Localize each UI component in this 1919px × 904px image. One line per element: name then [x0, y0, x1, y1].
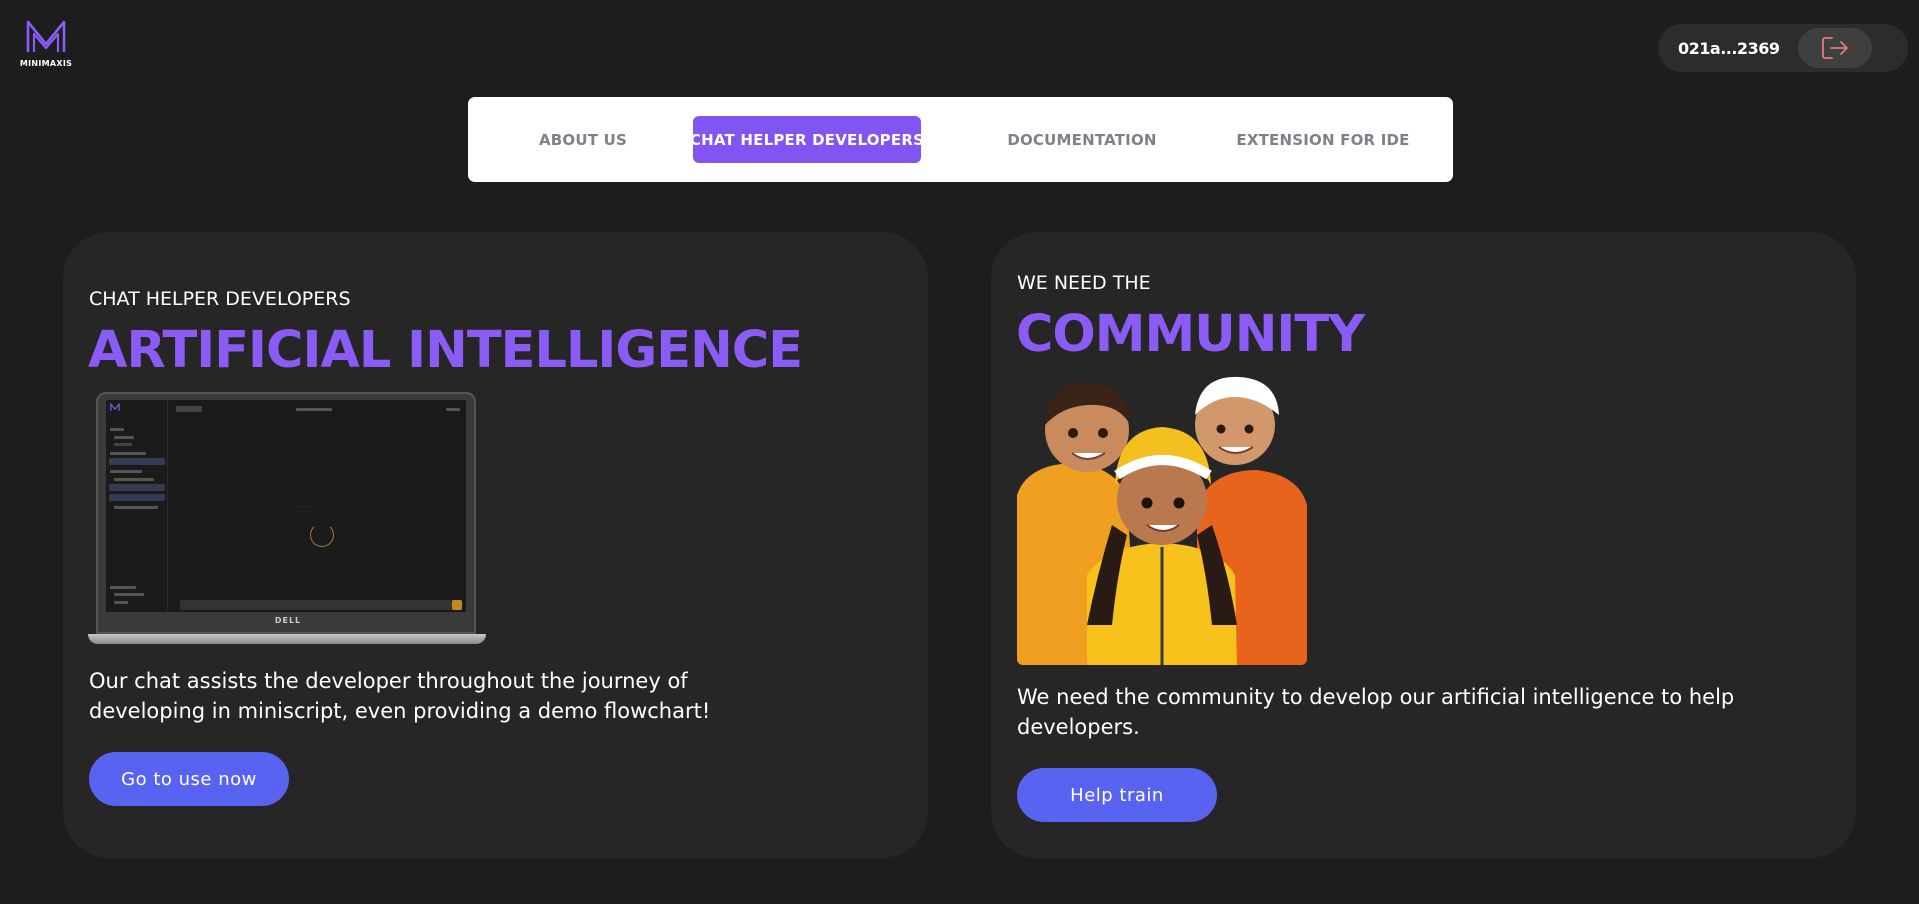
- brand-logo[interactable]: MINIMAXIS: [18, 18, 74, 68]
- card-headline: COMMUNITY: [1016, 305, 1365, 364]
- developers-group-icon: [1017, 376, 1307, 665]
- chat-helper-card: CHAT HELPER DEVELOPERS ARTIFICIAL INTELL…: [63, 232, 928, 858]
- tab-extension-for-ide[interactable]: EXTENSION FOR IDE: [1234, 116, 1412, 163]
- chat-empty-state: · · · · · · · · · ·: [291, 504, 316, 509]
- card-headline: ARTIFICIAL INTELLIGENCE: [88, 321, 803, 380]
- community-card: WE NEED THE COMMUNITY We need the commun…: [991, 232, 1856, 858]
- card-description: Our chat assists the developer throughou…: [89, 669, 711, 723]
- loading-spinner-icon: [310, 523, 334, 547]
- tab-about-us[interactable]: ABOUT US: [518, 116, 648, 163]
- logout-icon: [1822, 37, 1848, 59]
- community-illustration: [1017, 375, 1307, 665]
- brand-name: MINIMAXIS: [19, 59, 73, 68]
- go-to-use-now-button[interactable]: Go to use now: [89, 752, 289, 806]
- tab-chat-helper-developers[interactable]: CHAT HELPER DEVELOPERS: [690, 116, 924, 163]
- chat-app-screenshot: · · · · · · · · · ·: [106, 400, 466, 612]
- chat-input-preview: [180, 600, 462, 610]
- chat-app-sidebar: [106, 400, 168, 612]
- logout-button[interactable]: [1798, 28, 1872, 68]
- mini-logo-icon: [110, 403, 120, 411]
- send-icon: [452, 600, 462, 610]
- laptop-base: [88, 634, 486, 644]
- card-description: We need the community to develop our art…: [1017, 685, 1735, 739]
- wallet-address: 021a...2369: [1678, 38, 1780, 58]
- account-pill: 021a...2369: [1658, 24, 1908, 72]
- card-eyebrow: WE NEED THE: [1017, 272, 1151, 294]
- minimaxis-logo-icon: [26, 20, 66, 52]
- help-train-button[interactable]: Help train: [1017, 768, 1217, 822]
- tab-documentation[interactable]: DOCUMENTATION: [1003, 116, 1161, 163]
- laptop-illustration: · · · · · · · · · · DELL: [88, 392, 488, 648]
- laptop-lid: · · · · · · · · · · DELL: [96, 392, 476, 634]
- main-nav: ABOUT US CHAT HELPER DEVELOPERS DOCUMENT…: [468, 97, 1453, 182]
- card-eyebrow: CHAT HELPER DEVELOPERS: [89, 288, 351, 310]
- laptop-brand: DELL: [274, 616, 302, 625]
